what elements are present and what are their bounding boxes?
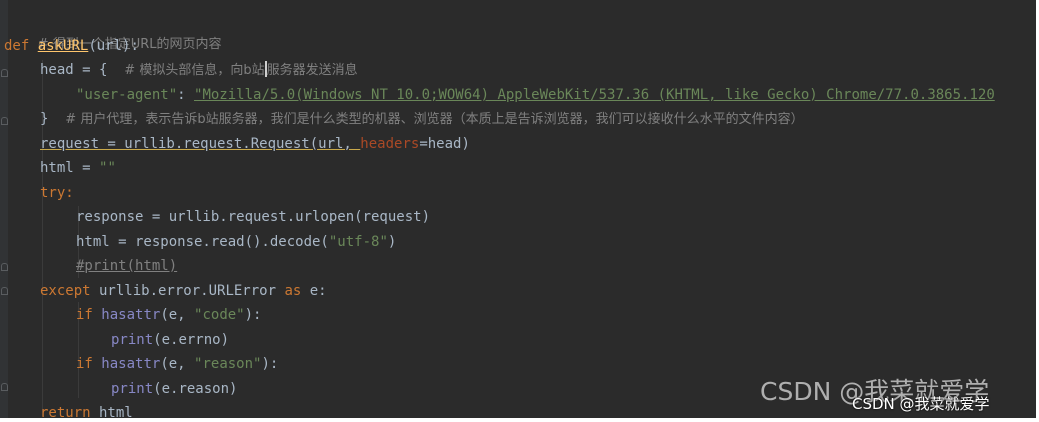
keyword-as: as	[284, 283, 302, 299]
code-line[interactable]: request = urllib.request.Request(url, he…	[40, 132, 470, 156]
code-text: ):	[244, 307, 262, 323]
code-text: (e.errno)	[153, 332, 230, 348]
code-line[interactable]: print(e.reason)	[111, 377, 237, 401]
code-line[interactable]: if hasattr(e, "code"):	[76, 303, 261, 327]
code-text: html =	[40, 160, 100, 176]
string-literal: "Mozilla/5.0(Windows NT 10.0;WOW64) Appl…	[194, 87, 995, 103]
code-line[interactable]: #print(html)	[76, 254, 177, 278]
fold-marker-icon[interactable]	[1, 383, 8, 391]
code-text: head = {	[40, 62, 108, 78]
code-comment: #print(html)	[76, 258, 178, 274]
code-comment: # 用户代理，表示告诉b站服务器，我们是什么类型的机器、浏览器（本质上是告诉浏览…	[65, 112, 804, 127]
code-text: urllib.error.URLError	[90, 283, 285, 299]
code-line[interactable]: except urllib.error.URLError as e:	[40, 279, 327, 303]
keyword-return: return	[40, 405, 91, 421]
code-text: (e.reason)	[153, 381, 238, 397]
builtin-function: hasattr	[101, 307, 161, 323]
keyword-def: def	[4, 38, 30, 54]
code-line[interactable]: response = urllib.request.urlopen(reques…	[76, 205, 430, 229]
code-text: (url):	[88, 38, 139, 54]
code-comment: 服务器发送消息	[266, 63, 358, 78]
builtin-function: hasattr	[101, 356, 161, 372]
code-comment: # 模拟头部信息，向b站	[124, 63, 265, 78]
code-text: response = urllib.request.urlopen(reques…	[76, 209, 431, 225]
code-line[interactable]: html = ""	[40, 156, 116, 180]
code-text: ):	[261, 356, 279, 372]
code-text: html = response.read().decode(	[76, 234, 329, 250]
code-line[interactable]: try:	[40, 181, 74, 205]
code-line[interactable]: head = { # 模拟头部信息，向b站 服务器发送消息	[40, 58, 358, 82]
fold-marker-icon[interactable]	[1, 263, 8, 271]
code-line[interactable]: return html	[40, 401, 133, 421]
code-text: :	[177, 87, 195, 103]
builtin-function: print	[111, 381, 154, 397]
code-line[interactable]: html = response.read().decode("utf-8")	[76, 230, 396, 254]
string-literal: "utf-8"	[328, 234, 388, 250]
fold-marker-icon[interactable]	[1, 287, 8, 295]
code-text: html	[90, 405, 133, 421]
code-text: request = urllib.request.Request(url,	[40, 136, 361, 152]
code-text: (e,	[160, 356, 195, 372]
keyword-argument: headers	[360, 136, 420, 152]
code-line[interactable]: if hasattr(e, "reason"):	[76, 352, 278, 376]
code-line[interactable]: def askURL(url):	[4, 34, 139, 58]
code-text: e:	[301, 283, 327, 299]
code-line[interactable]: } # 用户代理，表示告诉b站服务器，我们是什么类型的机器、浏览器（本质上是告诉…	[40, 107, 804, 131]
builtin-function: print	[111, 332, 154, 348]
keyword-if: if	[76, 356, 93, 372]
string-literal: "code"	[194, 307, 245, 323]
code-text: }	[40, 111, 49, 127]
code-editor[interactable]: # 得到一个指定URL的网页内容 def askURL(url): head =…	[0, 0, 1039, 422]
string-literal: ""	[99, 160, 116, 176]
string-literal: "user-agent"	[76, 87, 178, 103]
string-literal: "reason"	[194, 356, 262, 372]
code-text: =head)	[419, 136, 470, 152]
code-text: :	[65, 185, 74, 201]
code-text: )	[387, 234, 397, 250]
keyword-except: except	[40, 283, 91, 299]
code-text: (e,	[160, 307, 195, 323]
watermark-text: CSDN @我菜就爱学	[852, 395, 990, 413]
keyword-if: if	[76, 307, 93, 323]
code-line[interactable]: "user-agent": "Mozilla/5.0(Windows NT 10…	[76, 83, 995, 107]
keyword-try: try	[40, 185, 66, 201]
code-line[interactable]: # 得到一个指定URL的网页内容	[4, 8, 222, 52]
code-line[interactable]: print(e.errno)	[111, 328, 229, 352]
fold-marker-icon[interactable]	[1, 117, 8, 125]
function-name: askURL	[37, 38, 89, 54]
